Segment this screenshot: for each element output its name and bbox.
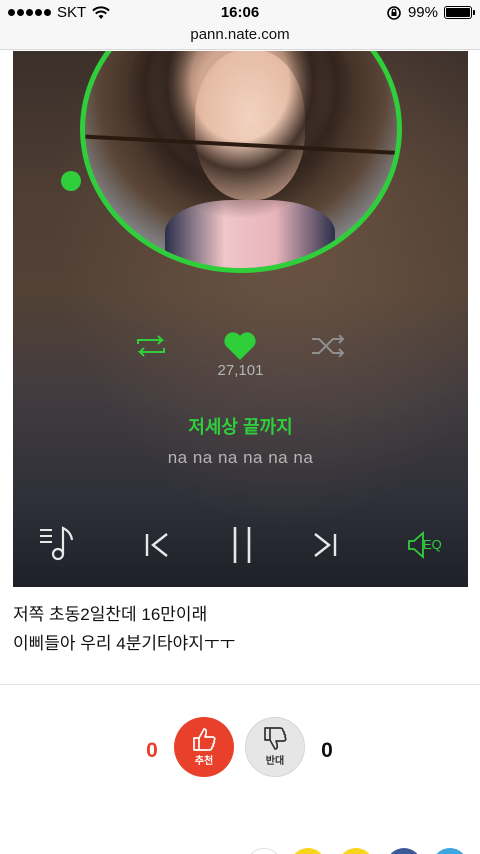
playlist-icon[interactable] [38, 524, 78, 562]
status-right: 99% [386, 4, 475, 21]
thumbs-up-icon [193, 728, 216, 751]
share-button-link[interactable] [246, 848, 282, 854]
equalizer-button[interactable]: EQ [407, 531, 447, 561]
downvote-label: 반대 [265, 756, 285, 767]
post-body: 저쪽 초동2일찬데 16만이래 이삐들아 우리 4분기타야지ㅜㅜ [13, 600, 468, 658]
downvote-count: 0 [321, 739, 333, 762]
post-line-1: 저쪽 초동2일찬데 16만이래 [13, 605, 208, 624]
previous-icon[interactable] [143, 531, 171, 559]
status-bar: SKT 16:06 99% [0, 0, 480, 26]
heart-icon[interactable] [222, 330, 258, 362]
upvote-label: 추천 [194, 756, 214, 767]
upvote-count: 0 [146, 739, 158, 762]
share-button-twitter[interactable] [432, 848, 468, 854]
eq-label: EQ [423, 537, 442, 552]
battery-fill [446, 8, 470, 17]
progress-dot [61, 171, 81, 191]
url-text[interactable]: pann.nate.com [190, 26, 289, 43]
share-button-facebook[interactable] [386, 848, 422, 854]
address-bar[interactable]: pann.nate.com [0, 26, 480, 50]
song-title: 저세상 끝까지 [188, 417, 293, 437]
share-button-kakaostory[interactable] [290, 848, 326, 854]
downvote-button[interactable]: 반대 [245, 717, 305, 777]
next-icon[interactable] [311, 531, 339, 559]
battery-percent: 99% [407, 4, 438, 21]
song-lyric: na na na na na na [167, 448, 314, 467]
album-art-hair [125, 51, 355, 220]
rotation-lock-icon [387, 5, 401, 20]
pause-icon[interactable] [230, 525, 254, 565]
divider [0, 684, 480, 685]
music-player-image: 27,101 저세상 끝까지 na na na na na na EQ [13, 51, 468, 587]
share-button-kakaotalk[interactable] [338, 848, 374, 854]
shuffle-icon[interactable] [311, 335, 345, 357]
album-art [80, 51, 402, 273]
thumbs-down-icon [264, 727, 287, 750]
repeat-icon[interactable] [135, 335, 167, 357]
like-count: 27,101 [217, 362, 264, 379]
battery-icon [444, 6, 475, 19]
post-line-2: 이삐들아 우리 4분기타야지ㅜㅜ [13, 634, 236, 653]
upvote-button[interactable]: 추천 [174, 717, 234, 777]
